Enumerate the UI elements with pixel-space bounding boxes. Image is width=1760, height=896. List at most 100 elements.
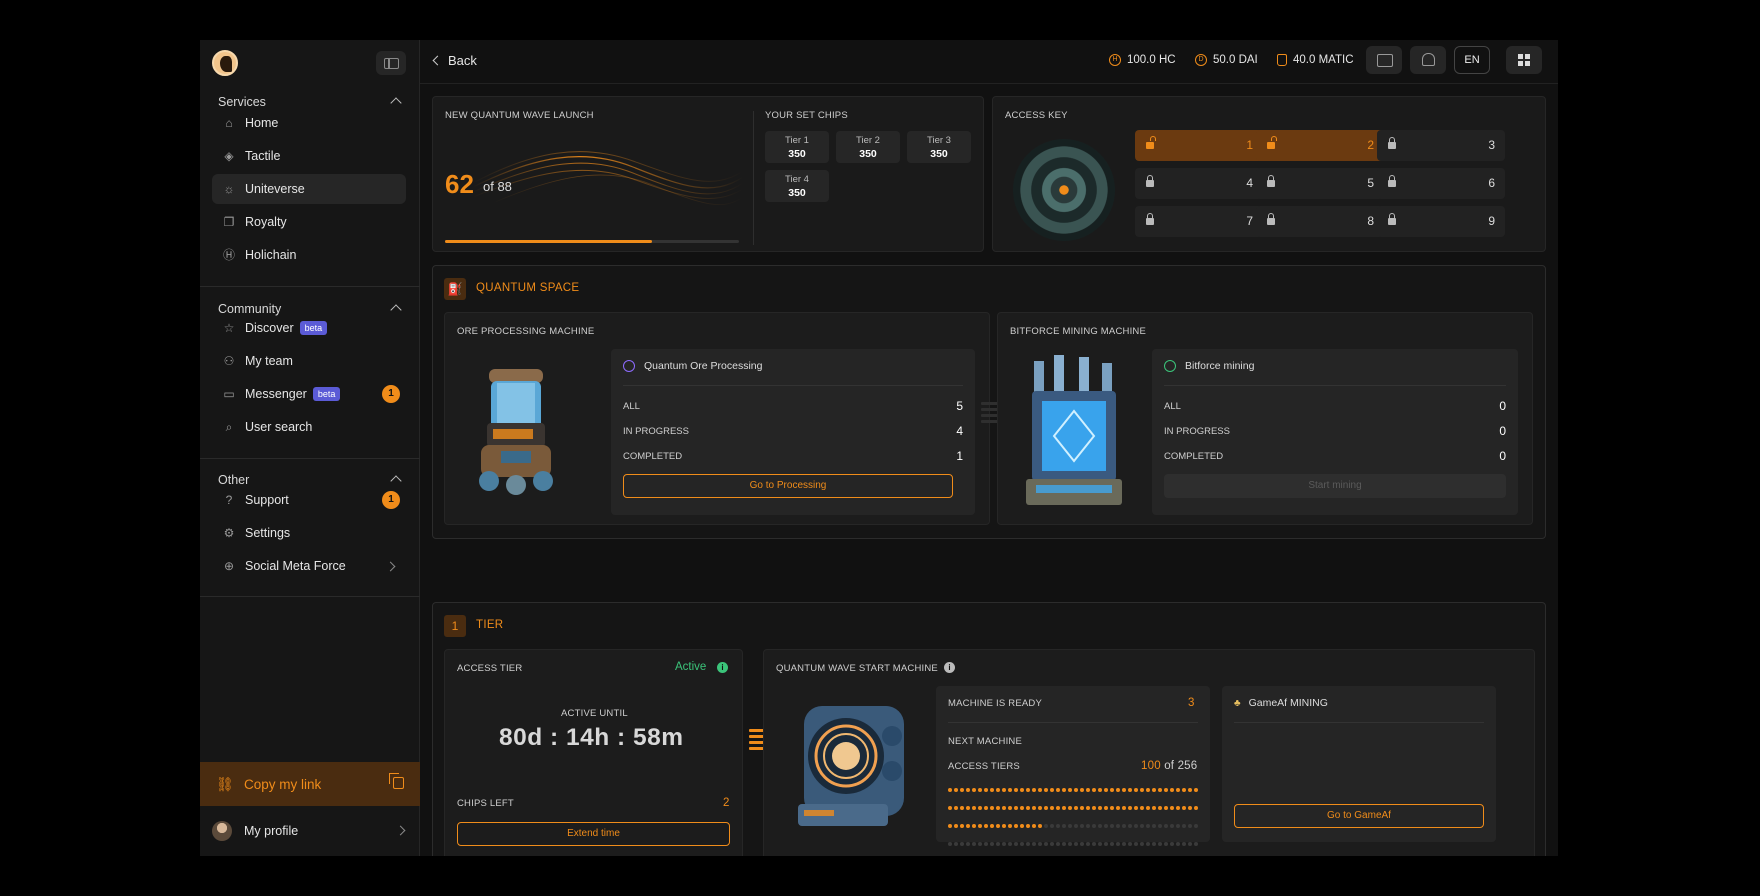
- info-icon[interactable]: i: [944, 662, 955, 673]
- tier-dot: [990, 842, 994, 846]
- services-heading: Services: [218, 95, 266, 109]
- balance-matic[interactable]: 40.0 MATIC: [1277, 54, 1354, 66]
- copy-my-link-button[interactable]: ⛓ Copy my link: [200, 762, 420, 806]
- app-logo[interactable]: [212, 50, 238, 76]
- access-key-slot-7[interactable]: 7: [1135, 206, 1263, 237]
- bitforce-machine-image: [1026, 355, 1122, 505]
- ore-machine-image: [479, 369, 553, 495]
- tier-dot: [1116, 824, 1120, 828]
- ore-row-in-progress: IN PROGRESS 4: [623, 424, 963, 438]
- access-key-slot-5[interactable]: 5: [1256, 168, 1384, 199]
- notifications-button[interactable]: [1410, 46, 1446, 74]
- sidebar-item-holichain[interactable]: Ⓗ Holichain: [212, 240, 406, 270]
- access-key-slot-4[interactable]: 4: [1135, 168, 1263, 199]
- start-mining-button[interactable]: Start mining: [1164, 474, 1506, 498]
- sidebar-item-discover[interactable]: ☆ Discover beta: [212, 313, 406, 343]
- sidebar-item-messenger[interactable]: ▭ Messenger beta 1: [212, 379, 406, 409]
- info-icon[interactable]: i: [717, 662, 728, 673]
- tier-dot: [1074, 806, 1078, 810]
- tier-dot: [1098, 824, 1102, 828]
- divider: [200, 458, 420, 459]
- sidebar-item-label: Settings: [245, 526, 291, 540]
- sidebar-item-home[interactable]: ⌂ Home: [212, 108, 406, 138]
- ore-row-all: ALL 5: [623, 399, 963, 413]
- go-to-processing-button[interactable]: Go to Processing: [623, 474, 953, 498]
- wave-total: of 88: [483, 179, 512, 194]
- sidebar-item-uniteverse[interactable]: ☼ Uniteverse: [212, 174, 406, 204]
- tier-dot: [1062, 824, 1066, 828]
- tier-dot: [1128, 824, 1132, 828]
- tier-dot: [1044, 842, 1048, 846]
- tier-dot: [1038, 806, 1042, 810]
- chip-tier-2: Tier 2 350: [836, 131, 900, 163]
- go-to-gameaf-button[interactable]: Go to GameAf: [1234, 804, 1484, 828]
- access-key-slot-6[interactable]: 6: [1377, 168, 1505, 199]
- tier-dot: [1134, 788, 1138, 792]
- tier-dot: [1158, 842, 1162, 846]
- sidebar-item-support[interactable]: ? Support 1: [212, 485, 406, 515]
- wave-progress-bar: [445, 240, 739, 243]
- access-key-slot-1[interactable]: 1: [1135, 130, 1263, 161]
- tier-dot: [996, 788, 1000, 792]
- access-key-slot-2[interactable]: 2: [1256, 130, 1384, 161]
- sidebar-item-my-team[interactable]: ⚇ My team: [212, 346, 406, 376]
- tier-dot: [1164, 824, 1168, 828]
- sidebar-item-settings[interactable]: ⚙ Settings: [212, 518, 406, 548]
- extend-time-button[interactable]: Extend time: [457, 822, 730, 846]
- balance-hc[interactable]: H 100.0 HC: [1109, 54, 1176, 66]
- sidebar-collapse-button[interactable]: [376, 51, 406, 75]
- tier-dot: [966, 806, 970, 810]
- sidebar-item-label: Tactile: [245, 149, 281, 163]
- tier-dot: [990, 806, 994, 810]
- wave-machine-title: QUANTUM WAVE START MACHINE: [776, 663, 938, 674]
- mail-button[interactable]: [1366, 46, 1402, 74]
- hc-coin-icon: H: [1109, 54, 1121, 66]
- mining-machine-title: BITFORCE MINING MACHINE: [1010, 326, 1147, 337]
- tier-dot: [978, 842, 982, 846]
- tier-dot: [1026, 806, 1030, 810]
- tier-dot: [1050, 824, 1054, 828]
- quantum-space-title: QUANTUM SPACE: [476, 282, 580, 294]
- tier-dot: [1110, 806, 1114, 810]
- sidebar-item-social-meta-force[interactable]: ⊕ Social Meta Force: [212, 551, 406, 581]
- tier-dot: [1092, 788, 1096, 792]
- tier-dot: [1032, 842, 1036, 846]
- tier-dot: [1044, 806, 1048, 810]
- slot-number: 4: [1246, 176, 1253, 190]
- tier-dot: [1044, 824, 1048, 828]
- sidebar-item-tactile[interactable]: ◈ Tactile: [212, 141, 406, 171]
- services-collapse-icon[interactable]: [390, 97, 402, 109]
- profile-label: My profile: [244, 824, 299, 838]
- tier-dot: [1110, 824, 1114, 828]
- unlock-icon: [1267, 136, 1277, 149]
- gameaf-card-header: ♣ GameAf MINING: [1234, 697, 1328, 709]
- access-key-slot-8[interactable]: 8: [1256, 206, 1384, 237]
- sidebar-item-label: User search: [245, 420, 313, 434]
- tier-dot: [1152, 788, 1156, 792]
- quantum-ore-icon: [623, 360, 635, 372]
- slot-number: 6: [1488, 176, 1495, 190]
- balance-value: 40.0 MATIC: [1293, 54, 1354, 66]
- tier-dot: [1140, 824, 1144, 828]
- apps-grid-button[interactable]: [1506, 46, 1542, 74]
- my-profile-item[interactable]: My profile: [200, 806, 420, 856]
- sidebar-item-label: Uniteverse: [245, 182, 305, 196]
- back-button[interactable]: Back: [432, 53, 477, 68]
- dai-coin-icon: D: [1195, 54, 1207, 66]
- wave-graphic: [473, 151, 743, 205]
- language-button[interactable]: EN: [1454, 46, 1490, 74]
- avatar: [212, 821, 232, 841]
- access-key-slot-9[interactable]: 9: [1377, 206, 1505, 237]
- machine-status-card: MACHINE IS READY 3 NEXT MACHINE ACCESS T…: [936, 686, 1210, 846]
- slot-number: 1: [1246, 138, 1253, 152]
- sidebar-item-royalty[interactable]: ❐ Royalty: [212, 207, 406, 237]
- access-tiers-value: 100: [1141, 760, 1161, 772]
- balance-dai[interactable]: D 50.0 DAI: [1195, 54, 1258, 66]
- tier-dot: [1062, 842, 1066, 846]
- tier-dot: [1188, 842, 1192, 846]
- bitforce-icon: [1164, 360, 1176, 372]
- gear-icon: ⚙: [223, 526, 235, 540]
- access-key-slot-3[interactable]: 3: [1377, 130, 1505, 161]
- sidebar-item-user-search[interactable]: ⌕ User search: [212, 412, 406, 442]
- tier-dot: [1038, 788, 1042, 792]
